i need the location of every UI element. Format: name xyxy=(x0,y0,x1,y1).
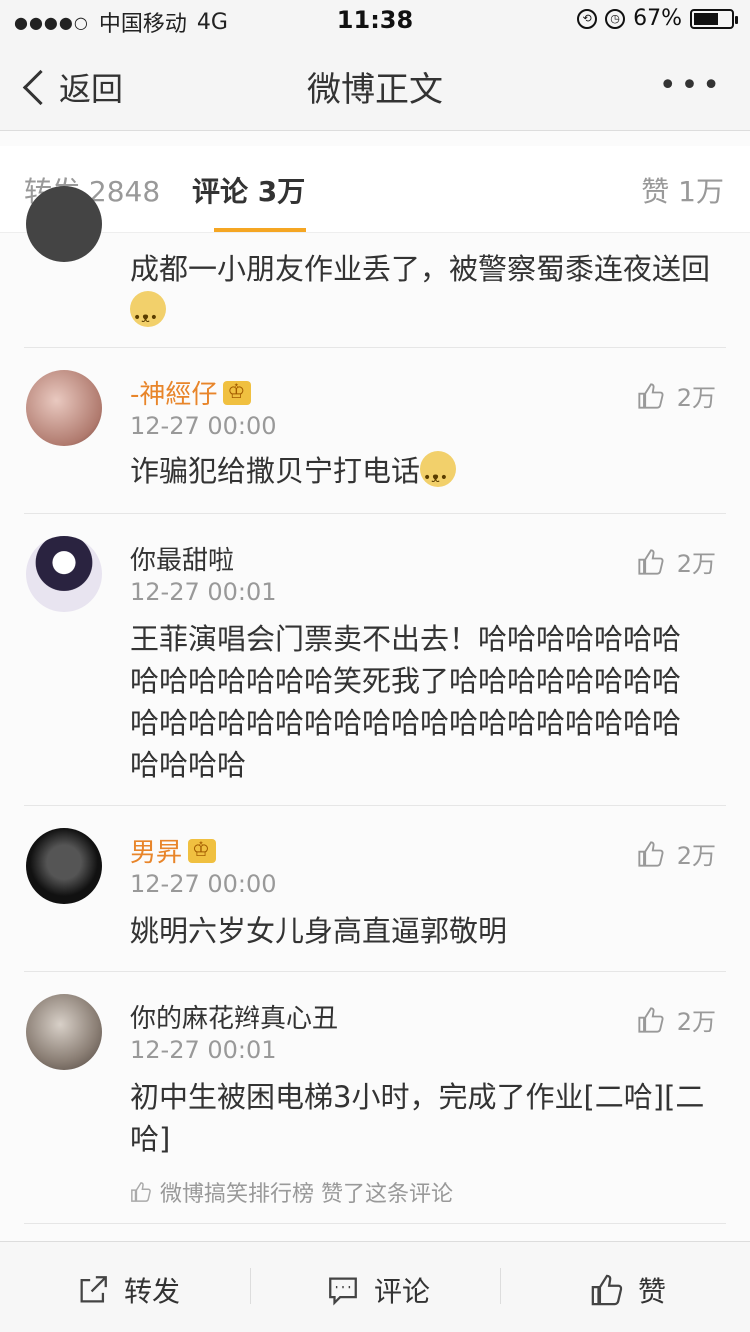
tab-comment[interactable]: 评论 3万 xyxy=(192,170,305,210)
tab-bar: 转发 2848 评论 3万 赞 1万 xyxy=(0,146,750,233)
repost-label: 转发 xyxy=(124,1275,181,1308)
comment-item: 你最甜啦 12-27 00:01 2万 王菲演唱会门票卖不出去！哈哈哈哈哈哈哈哈… xyxy=(0,514,750,806)
like-count: 2万 xyxy=(676,384,716,412)
divider xyxy=(250,1268,251,1304)
avatar[interactable] xyxy=(26,186,102,262)
divider xyxy=(24,1223,726,1224)
thumbs-up-icon xyxy=(638,382,664,409)
bottom-action-bar: 转发 评论 赞 xyxy=(0,1241,750,1332)
comment-button[interactable]: 评论 xyxy=(326,1270,430,1310)
like-button[interactable]: 2万 xyxy=(637,378,716,413)
vip-crown-icon xyxy=(188,837,217,863)
comment-item: 男昇 12-27 00:00 2万 姚明六岁女儿身高直逼郭敬明 xyxy=(0,806,750,972)
tab-like[interactable]: 赞 1万 xyxy=(641,170,724,210)
more-button[interactable]: ••• xyxy=(659,68,724,103)
username-text: 男昇 xyxy=(130,838,183,868)
divider xyxy=(500,1268,501,1304)
comment-text: 姚明六岁女儿身高直逼郭敬明 xyxy=(130,914,508,948)
comment-item: 你的麻花辫真心丑 12-27 00:01 2万 初中生被困电梯3小时，完成了作业… xyxy=(0,972,750,1224)
like-button[interactable]: 2万 xyxy=(637,836,716,871)
liked-by-note[interactable]: 微博搞笑排行榜 赞了这条评论 xyxy=(130,1176,453,1208)
comment-label: 评论 xyxy=(374,1275,431,1308)
like-count: 2万 xyxy=(676,1008,716,1036)
comment-text: 王菲演唱会门票卖不出去！哈哈哈哈哈哈哈哈哈哈哈哈哈哈笑死我了哈哈哈哈哈哈哈哈哈哈… xyxy=(130,622,682,782)
repost-button[interactable]: 转发 xyxy=(76,1270,180,1310)
username[interactable]: -神經仔 xyxy=(130,374,252,411)
comment-item: -神經仔 12-27 00:00 2万 诈骗犯给撒贝宁打电话 xyxy=(0,348,750,514)
like-post-button[interactable]: 赞 xyxy=(590,1270,666,1310)
nav-bar: 返回 微博正文 ••• xyxy=(0,40,750,131)
avatar[interactable] xyxy=(26,536,102,612)
like-count: 2万 xyxy=(676,550,716,578)
like-button[interactable]: 2万 xyxy=(637,544,716,579)
like-button[interactable]: 2万 xyxy=(637,1002,716,1037)
comment-text: 诈骗犯给撒贝宁打电话 xyxy=(130,450,720,499)
battery-icon xyxy=(690,8,738,29)
like-label: 赞 xyxy=(638,1275,667,1308)
timestamp: 12-27 00:00 xyxy=(130,870,277,898)
status-right: ⟲ ◷ 67% xyxy=(577,6,738,31)
page-title: 微博正文 xyxy=(307,70,443,110)
comment-text-content: 成都一小朋友作业丢了，被警察蜀黍连夜送回 xyxy=(130,252,711,286)
comment-text: 成都一小朋友作业丢了，被警察蜀黍连夜送回 xyxy=(130,248,720,339)
thumbs-up-icon xyxy=(638,1006,664,1033)
vip-crown-icon xyxy=(223,379,252,405)
comment-item: 成都一小朋友作业丢了，被警察蜀黍连夜送回 xyxy=(0,186,750,348)
thumbs-up-icon xyxy=(638,548,664,575)
comment-icon xyxy=(329,1277,357,1306)
avatar[interactable] xyxy=(26,828,102,904)
status-bar: ●●●●○ 中国移动 4G 11:38 ⟲ ◷ 67% xyxy=(0,0,750,40)
username-text: -神經仔 xyxy=(130,380,218,410)
avatar[interactable] xyxy=(26,994,102,1070)
timestamp: 12-27 00:01 xyxy=(130,1036,277,1064)
doge-emoji-icon xyxy=(420,451,457,499)
timestamp: 12-27 00:01 xyxy=(130,578,277,606)
username[interactable]: 你的麻花辫真心丑 xyxy=(130,998,338,1035)
thumbs-up-icon xyxy=(638,840,664,867)
avatar[interactable] xyxy=(26,370,102,446)
rotation-lock-icon: ⟲ xyxy=(577,8,598,29)
comment-text: 初中生被困电梯3小时，完成了作业[二哈][二哈] xyxy=(130,1080,705,1156)
share-icon xyxy=(80,1276,107,1303)
username[interactable]: 你最甜啦 xyxy=(130,540,234,577)
thumbs-up-icon xyxy=(131,1182,151,1202)
comment-text-content: 诈骗犯给撒贝宁打电话 xyxy=(130,454,421,488)
thumbs-up-icon xyxy=(591,1274,623,1306)
alarm-icon: ◷ xyxy=(605,8,626,29)
battery-percent: 67% xyxy=(633,6,682,31)
timestamp: 12-27 00:00 xyxy=(130,412,277,440)
doge-emoji-icon xyxy=(130,291,166,339)
like-count: 2万 xyxy=(676,842,716,870)
username[interactable]: 男昇 xyxy=(130,832,217,869)
liked-by-text: 微博搞笑排行榜 赞了这条评论 xyxy=(160,1182,453,1207)
